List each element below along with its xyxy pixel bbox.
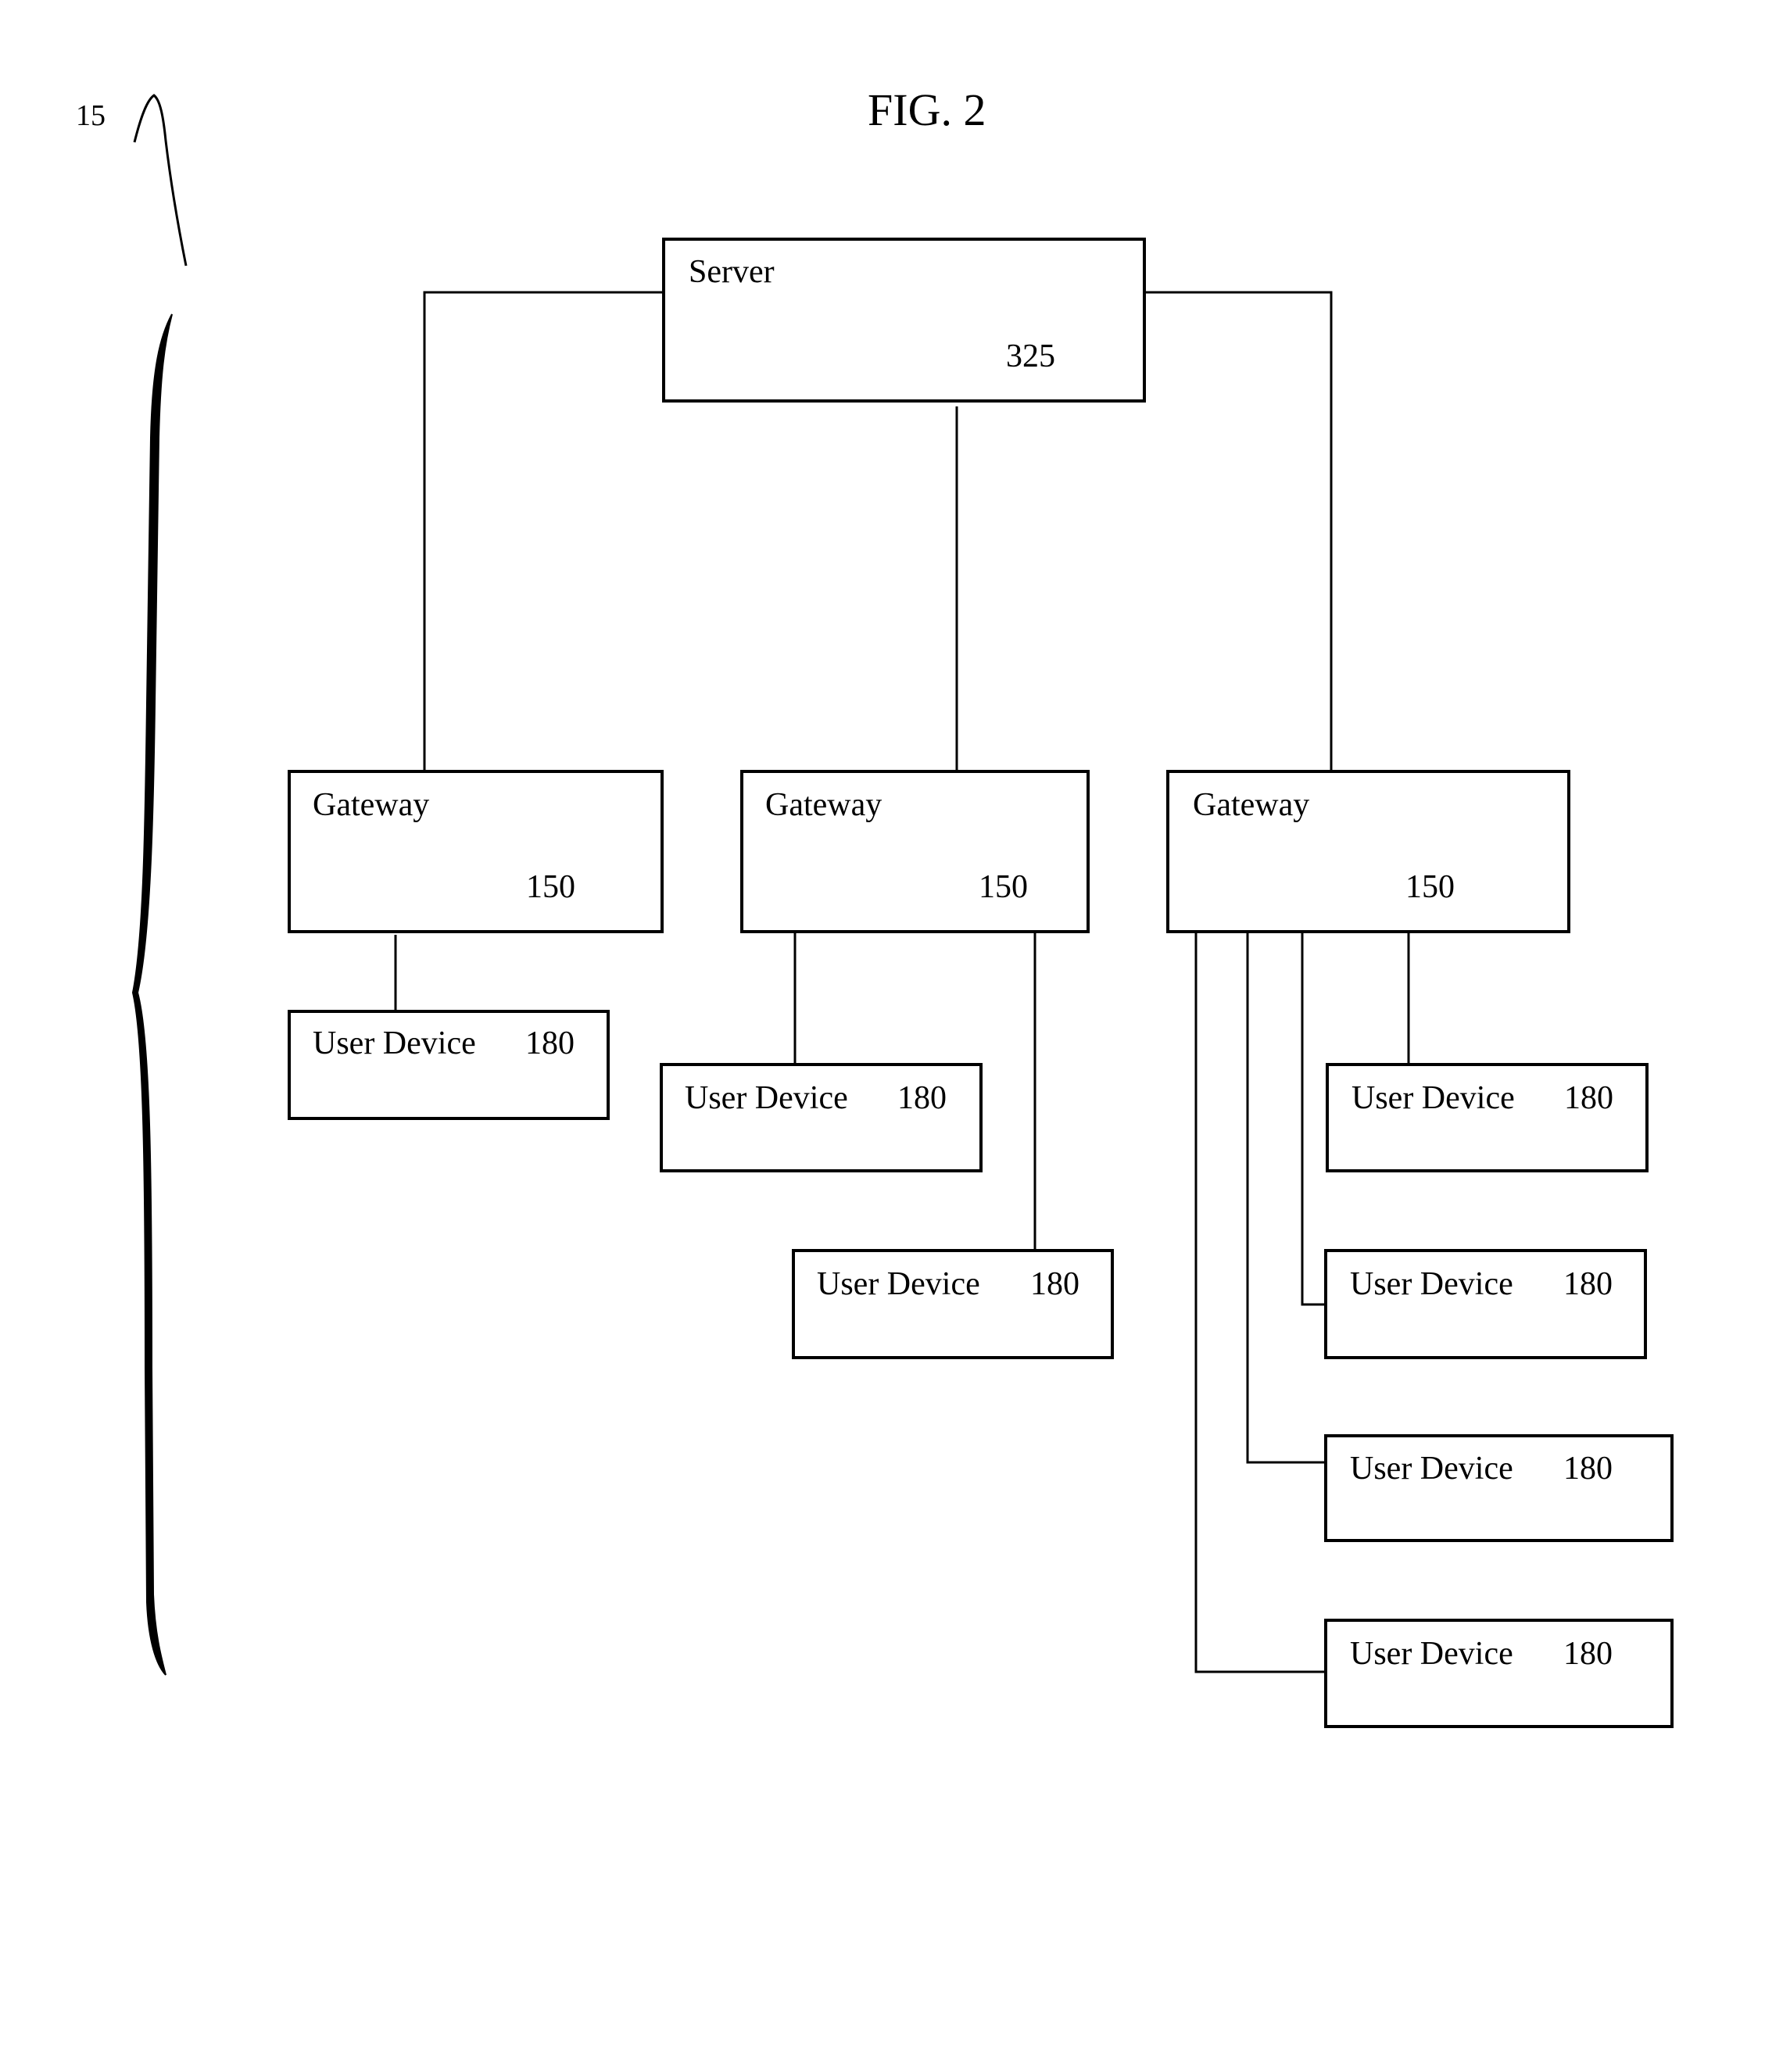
figure-title: FIG. 2 [868,84,986,135]
user-device-ref: 180 [525,1025,575,1061]
user-device-ref: 180 [1030,1266,1079,1302]
user-device-ref: 180 [1563,1266,1613,1302]
gateway-ref: 150 [979,869,1028,905]
server-gateway1-link [423,291,664,771]
user-device-node[interactable]: User Device 180 [1324,1434,1674,1542]
server-ref: 325 [1006,338,1055,374]
user-device-ref: 180 [897,1080,947,1116]
gateway3-device6-link [1246,932,1326,1464]
leader-line-icon [133,94,188,267]
user-device-label: User Device [1350,1451,1513,1487]
server-gateway3-link [1144,291,1333,771]
server-node[interactable]: Server 325 [662,238,1146,403]
gateway-node[interactable]: Gateway 150 [288,770,664,933]
user-device-ref: 180 [1563,1636,1613,1672]
user-device-label: User Device [817,1266,980,1302]
user-device-node[interactable]: User Device 180 [792,1249,1114,1359]
gateway-ref: 150 [526,869,575,905]
gateway3-device5-link [1301,932,1326,1306]
user-device-node[interactable]: User Device 180 [1324,1619,1674,1728]
gateway3-device7-link [1194,932,1326,1673]
gateway-node[interactable]: Gateway 150 [740,770,1090,933]
user-device-node[interactable]: User Device 180 [1324,1249,1647,1359]
gateway-ref: 150 [1405,869,1455,905]
user-device-label: User Device [313,1025,476,1061]
user-device-label: User Device [685,1080,848,1116]
user-device-label: User Device [1350,1266,1513,1302]
user-device-label: User Device [1351,1080,1515,1116]
user-device-ref: 180 [1563,1451,1613,1487]
gateway-node[interactable]: Gateway 150 [1166,770,1570,933]
system-brace-icon [131,313,173,1676]
user-device-label: User Device [1350,1636,1513,1672]
gateway-label: Gateway [765,787,882,823]
system-ref-label: 15 [76,99,106,132]
user-device-node[interactable]: User Device 180 [1326,1063,1649,1172]
gateway-label: Gateway [313,787,429,823]
user-device-node[interactable]: User Device 180 [288,1010,610,1120]
network-diagram: FIG. 2 15 Server 325 Gateway 150 Gateway… [76,84,1674,1728]
user-device-node[interactable]: User Device 180 [660,1063,983,1172]
user-device-ref: 180 [1564,1080,1613,1116]
gateway-label: Gateway [1193,787,1309,823]
connectors [394,291,1410,1673]
server-label: Server [689,254,775,290]
